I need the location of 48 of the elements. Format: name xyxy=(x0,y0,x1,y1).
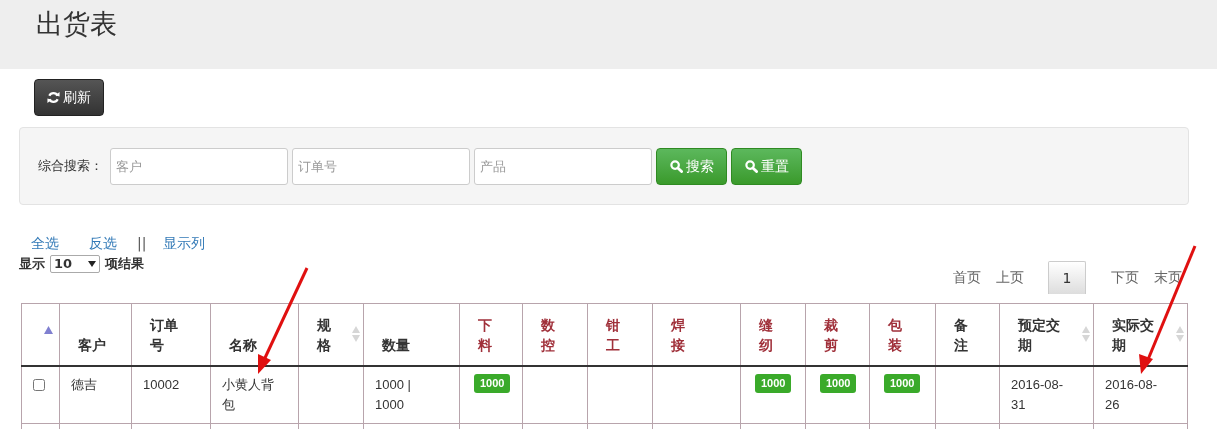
table-cell-text: 1000 | 1000 xyxy=(375,375,412,414)
page-title: 出货表 xyxy=(36,8,117,41)
column-header[interactable]: 钳工 xyxy=(606,314,621,355)
column-header[interactable]: 客户 xyxy=(78,334,107,355)
row-checkbox[interactable] xyxy=(33,378,45,391)
column-header[interactable]: 数量 xyxy=(382,334,411,355)
length-label: 显示 xyxy=(19,255,45,273)
refresh-icon xyxy=(47,91,60,104)
length-label: 项结果 xyxy=(105,255,144,273)
column-header[interactable]: 包装 xyxy=(888,314,903,355)
page-link[interactable]: 上页 xyxy=(988,267,1031,288)
sort-icon[interactable] xyxy=(352,326,360,342)
sort-icon[interactable] xyxy=(1176,326,1184,342)
page-link[interactable]: 首页 xyxy=(945,267,988,288)
separator-text: || xyxy=(137,233,147,254)
column-header[interactable]: 缝纫 xyxy=(759,314,774,355)
column-header[interactable]: 焊接 xyxy=(671,314,686,355)
refresh-button[interactable]: 刷新 xyxy=(34,79,104,116)
sort-ascending-icon[interactable] xyxy=(44,326,53,334)
sort-icon[interactable] xyxy=(1082,326,1090,342)
column-header[interactable]: 裁剪 xyxy=(824,314,839,355)
page-link[interactable]: 1 xyxy=(1048,261,1086,294)
table-cell-text: 小黄人背包 xyxy=(222,375,274,414)
table-cell-text: 2016-08-31 xyxy=(1011,375,1065,414)
column-header[interactable]: 规格 xyxy=(317,314,332,355)
dropdown-icon xyxy=(88,260,96,267)
search-field[interactable]: 客户 xyxy=(110,147,288,185)
page-link[interactable]: 下页 xyxy=(1103,267,1146,288)
column-header[interactable]: 下料 xyxy=(478,314,493,355)
column-header[interactable]: 名称 xyxy=(229,334,258,355)
action-link[interactable]: 显示列 xyxy=(163,232,206,254)
column-header[interactable]: 备注 xyxy=(954,314,969,355)
column-header[interactable]: 数控 xyxy=(541,314,556,355)
action-link[interactable]: 反选 xyxy=(89,232,117,254)
search-icon xyxy=(744,159,758,173)
search-label: 综合搜索： xyxy=(38,157,103,176)
table-cell-text: 10002 xyxy=(143,375,181,394)
search-field[interactable]: 产品 xyxy=(474,147,652,185)
quantity-badge: 1000 xyxy=(820,373,857,393)
action-link[interactable]: 全选 xyxy=(31,232,59,254)
table-cell-text: 2016-08-26 xyxy=(1105,375,1159,414)
quantity-badge: 1000 xyxy=(474,373,511,393)
table-cell-text: 德吉 xyxy=(71,375,98,394)
quantity-badge: 1000 xyxy=(884,373,921,393)
page-length-select[interactable]: 10 xyxy=(50,254,100,273)
search-field[interactable]: 订单号 xyxy=(292,147,470,185)
search-icon xyxy=(669,159,683,173)
quantity-badge: 1000 xyxy=(755,373,792,393)
